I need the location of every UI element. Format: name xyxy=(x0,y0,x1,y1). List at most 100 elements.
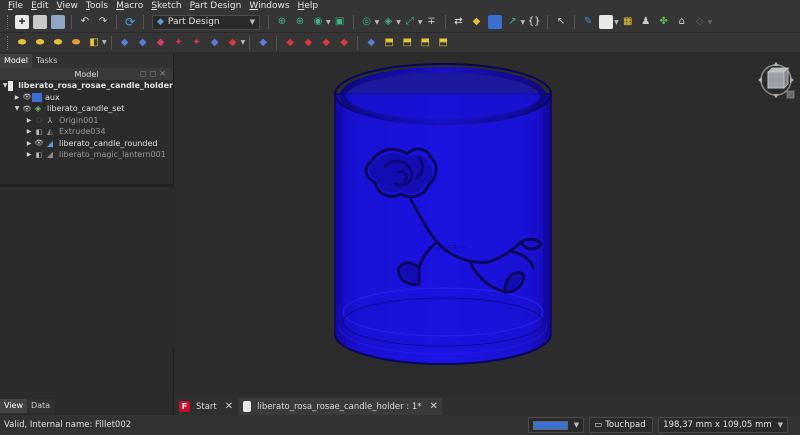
standard-views-icon[interactable]: ◎ xyxy=(360,15,374,29)
candle-holder-model[interactable]: ~ rosa ~ xyxy=(175,54,800,396)
menu-windows[interactable]: Windows xyxy=(245,0,293,12)
macro-record-icon[interactable]: ✎ xyxy=(581,15,595,29)
linear-pattern-icon[interactable]: ⬒ xyxy=(400,36,414,50)
chevron-down-icon[interactable]: ▼ xyxy=(102,39,107,46)
link-icon[interactable]: ⇄ xyxy=(452,15,466,29)
tab-view[interactable]: View xyxy=(0,399,27,413)
tab-start[interactable]: F Start ✕ xyxy=(175,398,238,415)
view-isometric-icon[interactable]: ◈ xyxy=(381,15,395,29)
macro-execute-icon[interactable] xyxy=(599,15,614,29)
pocket-icon[interactable]: ◆ xyxy=(256,36,270,50)
bounding-box-icon[interactable]: ▣ xyxy=(333,15,347,29)
create-sketch-icon[interactable]: ⬬ xyxy=(33,36,47,50)
fillet-icon[interactable]: ◆ xyxy=(283,36,297,50)
tree-item-candle-set[interactable]: ▼ 👁 ◈ liberato_candle_set xyxy=(0,103,173,115)
clone-icon[interactable]: ◆ xyxy=(208,36,222,50)
menu-file[interactable]: File xyxy=(4,0,27,12)
tree-item-magic-lantern[interactable]: ▶ ◧ ◢ liberato_magic_lantern001 xyxy=(0,149,173,161)
menu-help[interactable]: Help xyxy=(294,0,323,12)
tree-item-aux[interactable]: ▶ 👁 aux xyxy=(0,92,173,104)
chevron-down-icon[interactable]: ▼ xyxy=(396,19,401,26)
workbench-selector[interactable]: ◆ Part Design ▼ xyxy=(152,14,260,30)
mirrored-icon[interactable]: ⬒ xyxy=(382,36,396,50)
polar-pattern-icon[interactable]: ⬒ xyxy=(418,36,432,50)
chevron-down-icon[interactable]: ▼ xyxy=(614,19,619,26)
part-container-icon[interactable]: ◆ xyxy=(470,15,484,29)
eye-hidden-icon[interactable]: ◌ xyxy=(34,116,44,124)
chevron-right-icon[interactable]: ▶ xyxy=(24,117,34,124)
tree-item-origin[interactable]: ▶ ◌ ⅄ Origin001 xyxy=(0,115,173,127)
measure-icon[interactable]: ⤢ xyxy=(403,15,417,29)
eye-icon[interactable]: 👁 xyxy=(34,139,44,147)
datum-plane-icon[interactable]: ◆ xyxy=(154,36,168,50)
tree-item-extrude[interactable]: ▶ ◧ ◭ Extrude034 xyxy=(0,126,173,138)
toolbar-grip[interactable] xyxy=(7,35,10,50)
create-body-icon[interactable]: ⬬ xyxy=(15,36,29,50)
navigation-style-selector[interactable]: ▭ Touchpad xyxy=(589,417,654,433)
menu-sketch[interactable]: Sketch xyxy=(147,0,185,12)
sub-shape-binder-icon[interactable]: ◧ xyxy=(87,36,101,50)
chevron-down-icon[interactable]: ▼ xyxy=(326,19,331,26)
ruler-icon[interactable]: ∓ xyxy=(425,15,439,29)
draft-icon[interactable]: ◆ xyxy=(319,36,333,50)
save-icon[interactable] xyxy=(51,15,65,29)
zoom-fit-selection-icon[interactable]: ⊕ xyxy=(293,15,307,29)
eye-icon[interactable]: 👁 xyxy=(22,93,32,101)
map-sketch-icon[interactable]: ⬬ xyxy=(69,36,83,50)
chess-piece-icon[interactable]: ♟ xyxy=(639,15,653,29)
eye-hidden-icon[interactable]: ◧ xyxy=(34,151,44,159)
multi-transform-icon[interactable]: ⬒ xyxy=(436,36,450,50)
tab-tasks[interactable]: Tasks xyxy=(32,54,61,68)
tree-root[interactable]: ▼ liberato_rosa_rosae_candle_holder xyxy=(0,80,173,92)
draw-style-icon[interactable]: ◉ xyxy=(311,15,325,29)
datum-point-icon[interactable]: ◆ xyxy=(118,36,132,50)
open-document-icon[interactable] xyxy=(33,15,47,29)
tab-document[interactable]: liberato_rosa_rosae_candle_holder : 1* ✕ xyxy=(239,398,442,415)
menu-macro[interactable]: Macro xyxy=(112,0,147,12)
close-icon[interactable]: ✕ xyxy=(430,401,438,412)
zoom-fit-all-icon[interactable]: ⊕ xyxy=(275,15,289,29)
chevron-down-icon[interactable]: ▼ xyxy=(521,19,526,26)
validate-sketch-icon[interactable]: ⬬ xyxy=(51,36,65,50)
boolean-icon[interactable]: ◆ xyxy=(364,36,378,50)
pad-icon[interactable]: ◆ xyxy=(226,36,240,50)
new-document-icon[interactable]: ✚ xyxy=(15,15,29,29)
tab-data[interactable]: Data xyxy=(26,399,55,413)
eye-hidden-icon[interactable]: ◧ xyxy=(34,128,44,136)
house-icon[interactable]: ⌂ xyxy=(675,15,689,29)
chevron-down-icon[interactable]: ▼ xyxy=(12,105,22,112)
menu-tools[interactable]: Tools xyxy=(82,0,112,12)
chamfer-icon[interactable]: ◆ xyxy=(301,36,315,50)
link-actions-icon[interactable]: ↗ xyxy=(506,15,520,29)
undo-icon[interactable]: ↶ xyxy=(78,15,92,29)
local-coordinate-icon[interactable]: ✦ xyxy=(172,36,186,50)
tab-model[interactable]: Model xyxy=(0,54,33,68)
chevron-down-icon[interactable]: ▼ xyxy=(375,19,380,26)
chevron-down-icon[interactable]: ▼ xyxy=(418,19,423,26)
navigation-cube[interactable] xyxy=(756,60,796,100)
eye-icon[interactable]: 👁 xyxy=(22,105,32,113)
chevron-right-icon[interactable]: ▶ xyxy=(24,140,34,147)
menu-view[interactable]: View xyxy=(53,0,82,12)
thickness-icon[interactable]: ◆ xyxy=(337,36,351,50)
nav-cube-icon[interactable] xyxy=(756,60,796,100)
menu-part-design[interactable]: Part Design xyxy=(186,0,246,12)
group-icon[interactable] xyxy=(487,15,502,29)
redo-icon[interactable]: ↷ xyxy=(96,15,110,29)
3d-viewport[interactable]: ~ rosa ~ xyxy=(175,54,800,396)
panel-window-buttons[interactable]: ◻◻✕ xyxy=(140,69,169,78)
close-icon[interactable]: ✕ xyxy=(225,401,233,412)
dimension-selector[interactable]: 198,37 mm x 109,05 mm ▼ xyxy=(658,417,788,433)
color-selector[interactable]: ▼ xyxy=(528,417,585,433)
tree-item-candle-rounded[interactable]: ▶ 👁 ◢ liberato_candle_rounded xyxy=(0,138,173,150)
chevron-right-icon[interactable]: ▶ xyxy=(12,94,22,101)
datum-line-icon[interactable]: ◆ xyxy=(136,36,150,50)
expression-icon[interactable]: {} xyxy=(527,15,541,29)
chevron-down-icon[interactable]: ▼ xyxy=(241,39,246,46)
addon-manager-icon[interactable]: ▦ xyxy=(621,15,635,29)
puzzle-icon[interactable]: ✤ xyxy=(657,15,671,29)
whats-this-icon[interactable]: ↖ xyxy=(554,15,568,29)
refresh-icon[interactable]: ⟳ xyxy=(123,15,137,29)
menu-edit[interactable]: Edit xyxy=(27,0,52,12)
shape-binder-icon[interactable]: ✦ xyxy=(190,36,204,50)
